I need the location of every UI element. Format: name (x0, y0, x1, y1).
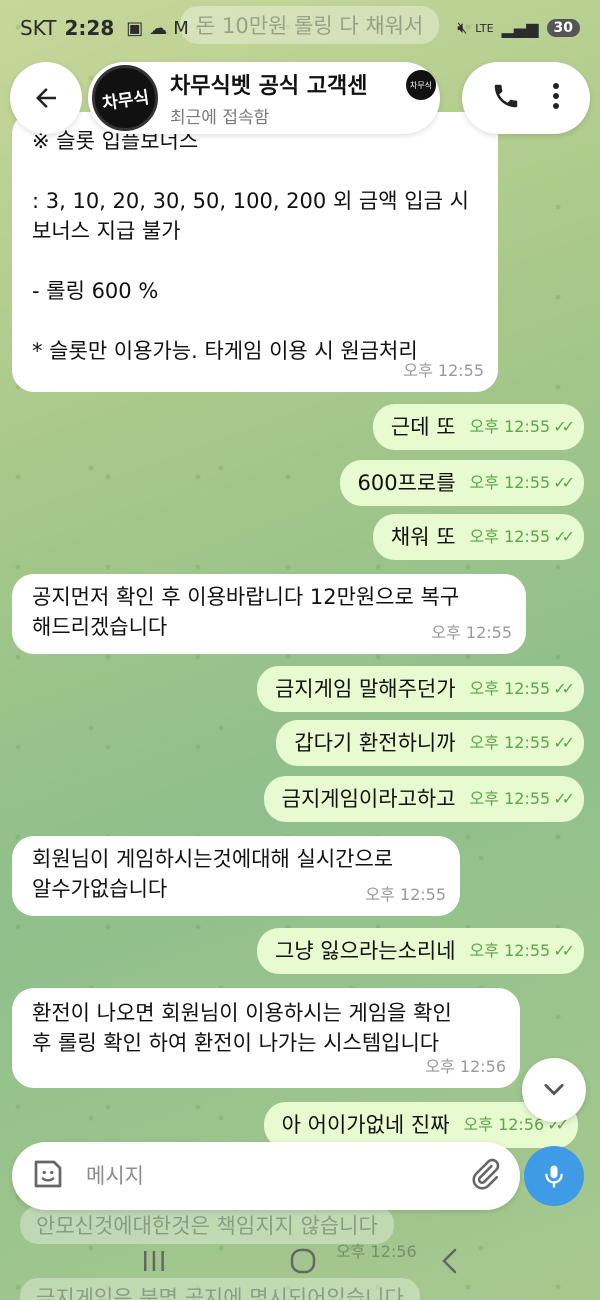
chat-title: 차무식벳 공식 고객센 (170, 74, 368, 99)
sticker-icon (34, 1160, 62, 1188)
paperclip-icon (472, 1158, 500, 1190)
status-bar: SKT 2:28 ▣ ☁ M 🔇︎ LTE ▂▄▆ 30 (0, 0, 600, 56)
read-receipt-icon: ✓✓ (553, 941, 575, 960)
title-emoji-badge: 차무식 (406, 70, 436, 100)
message-input[interactable] (86, 1164, 468, 1188)
signal-icon: ▂▄▆ (501, 18, 539, 38)
more-vertical-icon (552, 83, 559, 109)
message-time: 오후 12:55 (469, 733, 551, 752)
message-time: 오후 12:56 (463, 1115, 545, 1134)
status-right: 🔇︎ LTE ▂▄▆ 30 (457, 18, 580, 38)
message-outgoing[interactable]: 금지게임이라고하고 오후 12:55 ✓✓ (263, 776, 584, 822)
message-time: 오후 12:55 (469, 527, 551, 546)
message-text: 아 어이가없네 진짜 (281, 1113, 450, 1137)
message-text: 갑다기 환전하니까 (294, 731, 456, 755)
message-text: 그냥 잃으라는소리네 (274, 939, 456, 963)
back-nav-button[interactable] (439, 1247, 459, 1279)
message-outgoing[interactable]: 채워 또 오후 12:55 ✓✓ (372, 514, 584, 560)
voice-record-button[interactable] (524, 1146, 584, 1206)
header-actions (462, 62, 590, 134)
home-button[interactable] (289, 1247, 317, 1279)
attach-button[interactable] (468, 1157, 502, 1195)
message-time: 오후 12:55 (365, 885, 446, 904)
message-time: 오후 12:55 (469, 789, 551, 808)
read-receipt-icon: ✓✓ (553, 679, 575, 698)
message-time: 오후 12:55 (469, 941, 551, 960)
notification-icons: ▣ ☁ M (126, 18, 189, 39)
avatar[interactable]: 차무식 (92, 65, 158, 131)
network-type: LTE (475, 21, 494, 35)
message-composer (12, 1142, 520, 1210)
message-time: 오후 12:56 (425, 1057, 506, 1076)
recent-apps-icon (144, 1251, 164, 1271)
carrier-label: SKT (20, 16, 57, 40)
message-incoming[interactable]: 환전이 나오면 회원님이 이용하시는 게임을 확인 후 롤링 확인 하여 환전이… (12, 988, 520, 1088)
chat-header-text: 차무식벳 공식 고객센 최근에 접속함 (170, 68, 367, 128)
message-line: 회원님이 게임하시는것에대해 실시간으로 (32, 847, 394, 871)
message-outgoing[interactable]: 금지게임 말해주던가 오후 12:55 ✓✓ (256, 666, 584, 712)
message-time: 오후 12:55 (469, 679, 551, 698)
message-text: 근데 또 (390, 415, 456, 439)
message-blank-line (32, 246, 480, 276)
message-text: 채워 또 (390, 525, 456, 549)
message-text: 금지게임이라고하고 (281, 787, 456, 811)
chevron-down-icon (544, 1083, 564, 1096)
screenshot-icon: ▣ (126, 17, 144, 39)
chat-header[interactable]: 차무식 차무식벳 공식 고객센 최근에 접속함 차무식 (88, 62, 440, 134)
back-nav-icon (442, 1248, 457, 1274)
message-line: 보너스 지급 불가 (32, 219, 181, 243)
read-receipt-icon: ✓✓ (553, 473, 575, 492)
mail-icon: M (173, 17, 189, 39)
back-button[interactable] (10, 62, 82, 134)
read-receipt-icon: ✓✓ (553, 527, 575, 546)
read-receipt-icon: ✓✓ (553, 417, 575, 436)
message-outgoing[interactable]: 갑다기 환전하니까 오후 12:55 ✓✓ (276, 720, 584, 766)
message-time: 오후 12:55 (403, 361, 484, 380)
microphone-icon (545, 1165, 563, 1188)
message-blank-line (32, 306, 480, 336)
more-options-button[interactable] (550, 81, 562, 115)
message-line: 환전이 나오면 회원님이 이용하시는 게임을 확인 (32, 1001, 452, 1025)
home-icon (290, 1248, 316, 1274)
message-outgoing[interactable]: 그냥 잃으라는소리네 오후 12:55 ✓✓ (256, 928, 584, 974)
call-button[interactable] (491, 81, 521, 115)
message-blank-line (32, 156, 480, 186)
message-incoming[interactable]: 공지먼저 확인 후 이용바랍니다 12만원으로 복구 해드리겠습니다 오후 12… (12, 574, 526, 654)
message-outgoing[interactable]: 600프로를 오후 12:55 ✓✓ (339, 460, 584, 506)
system-navigation-bar (0, 1238, 600, 1288)
avatar-logo-text: 차무식 (100, 87, 150, 114)
recent-apps-button[interactable] (141, 1249, 167, 1277)
cloud-icon: ☁ (149, 17, 168, 39)
mute-icon: 🔇︎ (457, 18, 468, 37)
sticker-button[interactable] (30, 1156, 66, 1196)
message-time: 오후 12:55 (431, 623, 512, 642)
message-text: 600프로를 (357, 471, 456, 495)
battery-badge: 30 (546, 19, 580, 37)
message-line: 공지먼저 확인 후 이용바랍니다 12만원으로 복구 (32, 585, 460, 609)
last-seen-status: 최근에 접속함 (170, 108, 270, 128)
message-line: - 롤링 600 % (32, 279, 159, 303)
phone-icon (494, 84, 517, 108)
message-time: 오후 12:55 (469, 417, 551, 436)
read-receipt-icon: ✓✓ (553, 789, 575, 808)
message-time: 오후 12:55 (469, 473, 551, 492)
message-incoming[interactable]: 회원님이 게임하시는것에대해 실시간으로 알수가없습니다 오후 12:55 (12, 836, 460, 916)
message-line: : 3, 10, 20, 30, 50, 100, 200 외 금액 입금 시 (32, 189, 469, 213)
arrow-left-icon (36, 88, 56, 108)
clock: 2:28 (64, 16, 115, 40)
scroll-to-bottom-button[interactable] (522, 1058, 586, 1122)
message-outgoing[interactable]: 근데 또 오후 12:55 ✓✓ (372, 404, 584, 450)
message-incoming[interactable]: ※ 슬롯 입플보너스 : 3, 10, 20, 30, 50, 100, 200… (12, 112, 498, 392)
message-text: 금지게임 말해주던가 (274, 677, 456, 701)
read-receipt-icon: ✓✓ (553, 733, 575, 752)
